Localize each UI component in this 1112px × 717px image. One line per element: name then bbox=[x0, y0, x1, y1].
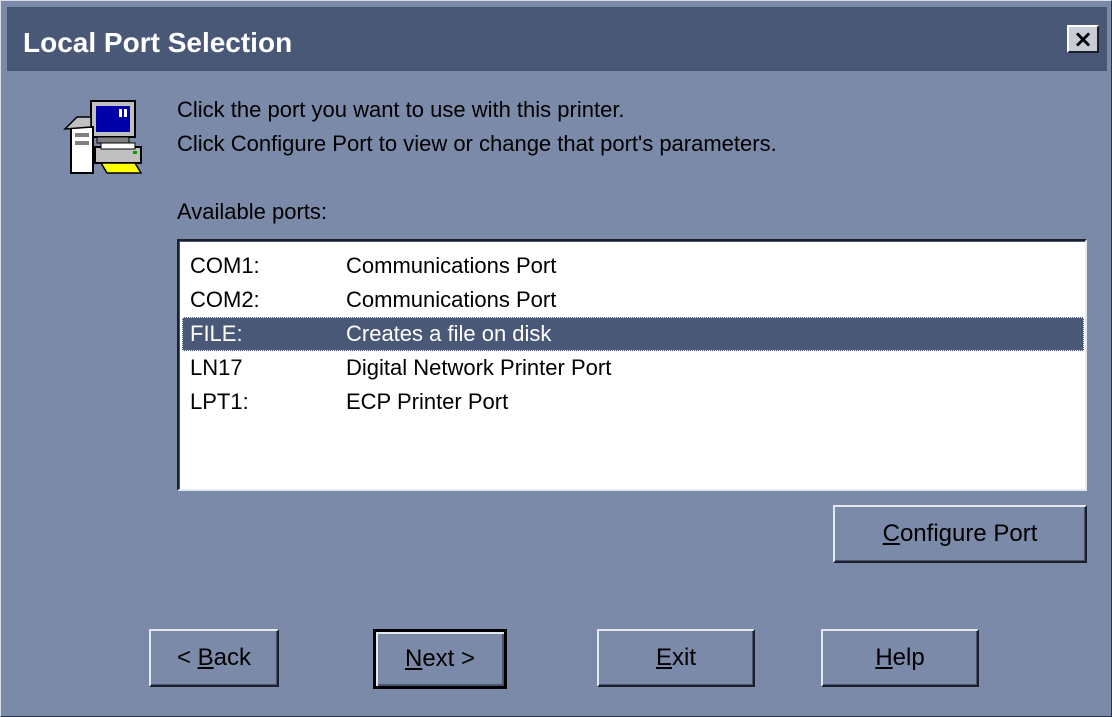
instruction-line-1: Click the port you want to use with this… bbox=[177, 97, 625, 122]
title-bar: Local Port Selection × bbox=[7, 7, 1107, 71]
available-ports-label: Available ports: bbox=[177, 199, 328, 224]
help-button[interactable]: Help bbox=[821, 629, 979, 687]
port-description: Creates a file on disk bbox=[346, 321, 552, 346]
next-button[interactable]: Next > bbox=[373, 629, 507, 689]
port-description: Digital Network Printer Port bbox=[346, 355, 612, 380]
next-label: Next > bbox=[404, 645, 476, 672]
back-button[interactable]: < Back bbox=[149, 629, 279, 687]
back-label: < Back bbox=[176, 644, 252, 671]
exit-button[interactable]: Exit bbox=[597, 629, 755, 687]
port-name: COM1: bbox=[190, 253, 260, 278]
port-name: LN17 bbox=[190, 355, 243, 380]
port-description: Communications Port bbox=[346, 287, 557, 312]
configure-port-button[interactable]: Configure Port bbox=[833, 505, 1087, 563]
port-row-com1[interactable]: COM1: Communications Port bbox=[182, 249, 1084, 283]
help-label: Help bbox=[875, 644, 925, 671]
local-port-selection-dialog: Local Port Selection × Click the port yo… bbox=[0, 0, 1112, 717]
port-row-lpt1[interactable]: LPT1: ECP Printer Port bbox=[182, 385, 1084, 419]
port-description: Communications Port bbox=[346, 253, 557, 278]
port-name: LPT1: bbox=[190, 389, 249, 414]
configure-port-label: Configure Port bbox=[882, 520, 1038, 547]
close-icon: × bbox=[1072, 25, 1094, 53]
port-description: ECP Printer Port bbox=[346, 389, 509, 414]
port-row-com2[interactable]: COM2: Communications Port bbox=[182, 283, 1084, 317]
port-row-ln17[interactable]: LN17 Digital Network Printer Port bbox=[182, 351, 1084, 385]
instruction-line-2: Click Configure Port to view or change t… bbox=[177, 131, 777, 156]
printer-computer-icon bbox=[63, 100, 143, 174]
port-name: FILE: bbox=[190, 321, 243, 346]
ports-listbox[interactable]: COM1: Communications Port COM2: Communic… bbox=[177, 239, 1087, 491]
exit-label: Exit bbox=[655, 644, 696, 671]
dialog-title: Local Port Selection bbox=[23, 27, 293, 58]
port-name: COM2: bbox=[190, 287, 260, 312]
close-button[interactable]: × bbox=[1067, 25, 1099, 53]
port-row-file[interactable]: FILE: Creates a file on disk bbox=[182, 317, 1084, 351]
